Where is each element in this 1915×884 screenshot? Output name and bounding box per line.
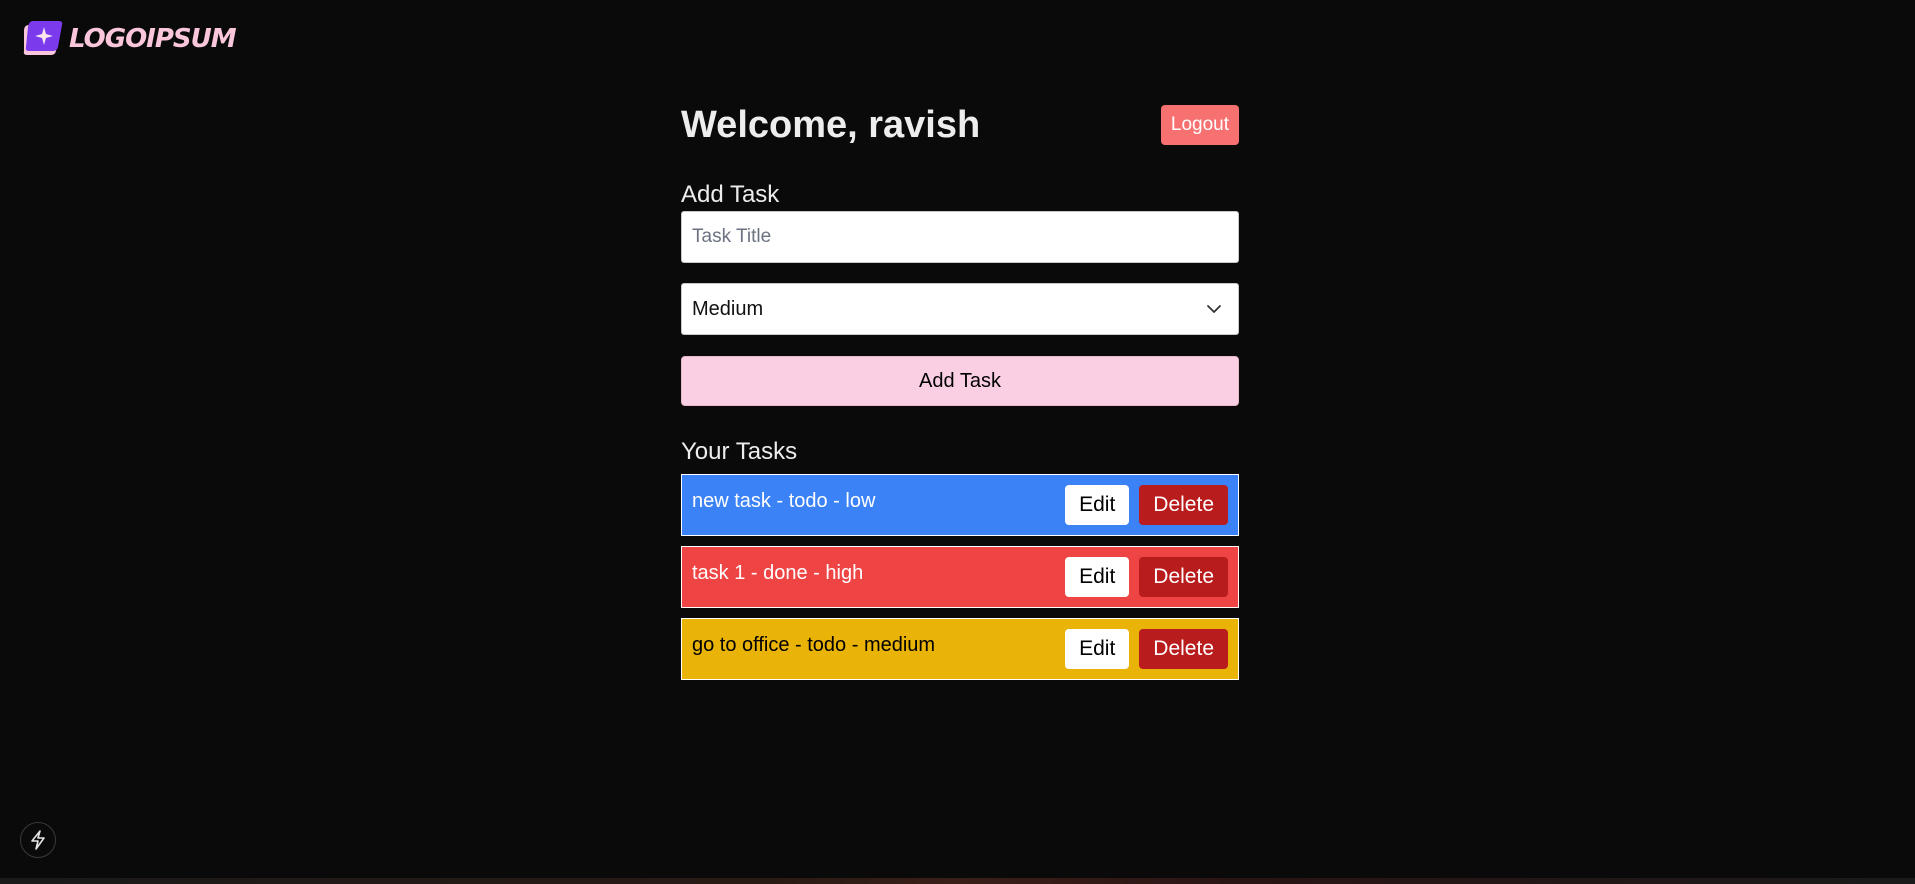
dev-tools-indicator[interactable] — [20, 822, 56, 858]
delete-task-button[interactable]: Delete — [1139, 629, 1228, 669]
delete-task-button[interactable]: Delete — [1139, 485, 1228, 525]
bottom-edge-strip — [0, 878, 1915, 884]
task-label: go to office - todo - medium — [692, 634, 936, 656]
app-page: LOGOIPSUM Welcome, ravish Logout Add Tas… — [0, 0, 1915, 884]
task-row: task 1 - done - high Edit Delete — [681, 546, 1239, 608]
task-title-input[interactable] — [681, 211, 1239, 263]
logo-mark-icon — [23, 21, 63, 55]
task-row: new task - todo - low Edit Delete — [681, 474, 1239, 536]
task-label: new task - todo - low — [692, 490, 876, 512]
logo-text: LOGOIPSUM — [69, 23, 237, 54]
add-task-heading: Add Task — [681, 181, 780, 208]
your-tasks-heading: Your Tasks — [681, 438, 798, 465]
task-actions: Edit Delete — [1065, 629, 1228, 669]
priority-select[interactable]: Medium — [681, 283, 1239, 335]
task-row: go to office - todo - medium Edit Delete — [681, 618, 1239, 680]
chevron-down-icon — [1207, 305, 1221, 313]
edit-task-button[interactable]: Edit — [1065, 629, 1130, 669]
logout-button[interactable]: Logout — [1160, 105, 1239, 145]
priority-select-value: Medium — [692, 297, 764, 320]
lightning-bolt-icon — [31, 830, 45, 850]
welcome-heading: Welcome, ravish — [681, 103, 981, 146]
logo[interactable]: LOGOIPSUM — [21, 19, 237, 58]
add-task-button[interactable]: Add Task — [681, 356, 1239, 406]
task-actions: Edit Delete — [1065, 485, 1228, 525]
task-list: new task - todo - low Edit Delete task 1… — [681, 474, 1239, 680]
edit-task-button[interactable]: Edit — [1065, 557, 1130, 597]
dashboard-container: Welcome, ravish Logout Add Task Medium A… — [681, 101, 1239, 680]
edit-task-button[interactable]: Edit — [1065, 485, 1130, 525]
task-label: task 1 - done - high — [692, 562, 864, 584]
delete-task-button[interactable]: Delete — [1139, 557, 1228, 597]
header-row: Welcome, ravish Logout — [681, 101, 1239, 149]
task-actions: Edit Delete — [1065, 557, 1228, 597]
